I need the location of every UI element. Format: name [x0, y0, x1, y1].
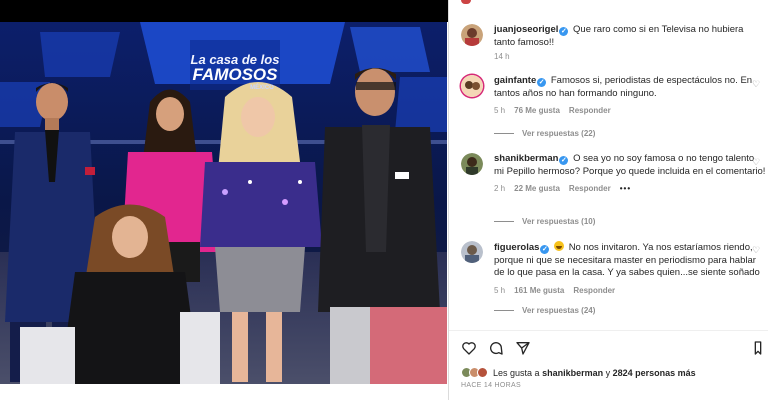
- view-replies-button[interactable]: Ver respuestas (24): [494, 306, 595, 315]
- view-replies-label: Ver respuestas (10): [522, 217, 596, 226]
- avatar[interactable]: [461, 24, 483, 46]
- comment-icon[interactable]: [488, 340, 504, 356]
- comment-time[interactable]: 2 h: [494, 184, 505, 193]
- comment-like-heart-icon[interactable]: ♡: [752, 79, 762, 89]
- comment-username[interactable]: juanjoseorigel: [494, 24, 558, 35]
- comment-username[interactable]: figuerolas: [494, 242, 539, 253]
- verified-icon: ✓: [559, 27, 569, 36]
- likes-middle: y: [605, 367, 611, 378]
- logo-line3: MÉXICO: [250, 83, 274, 91]
- comment-time[interactable]: 14 h: [494, 52, 510, 61]
- avatar-partial: [461, 0, 471, 4]
- comment-likes[interactable]: 22 Me gusta: [514, 184, 560, 193]
- grinning-face-emoji-icon: [554, 241, 565, 251]
- view-replies-button[interactable]: Ver respuestas (10): [494, 217, 595, 226]
- avatar[interactable]: [461, 241, 483, 263]
- liker-avatar: [477, 367, 488, 378]
- divider: [449, 330, 768, 331]
- comment-item: gainfante ✓ Famosos si, periodistas de es…: [461, 75, 766, 115]
- replies-line: [494, 310, 514, 311]
- bottom-strip: [0, 384, 447, 400]
- comment-like-heart-icon[interactable]: ♡: [752, 157, 762, 167]
- view-replies-label: Ver respuestas (22): [522, 129, 596, 138]
- verified-icon: ✓: [540, 245, 550, 254]
- verified-icon: ✓: [537, 78, 547, 87]
- comment-time[interactable]: 5 h: [494, 286, 505, 295]
- comment-item: shanikberman ✓ O sea yo no soy famosa o n…: [461, 153, 766, 193]
- reply-button[interactable]: Responder: [569, 106, 611, 115]
- avatar[interactable]: [461, 75, 483, 97]
- reply-button[interactable]: Responder: [573, 286, 615, 295]
- replies-line: [494, 221, 514, 222]
- comments-panel: juanjoseorigel ✓ Que raro como si en Tele…: [448, 0, 768, 400]
- comment-item: figuerolas ✓ No nos invitaron. Ya nos est…: [461, 241, 766, 295]
- comment-username[interactable]: gainfante: [494, 75, 536, 86]
- likes-prefix: Les gusta a: [493, 367, 540, 378]
- likes-text: Les gusta a shanikberman y 2824 personas…: [493, 368, 696, 378]
- logo-line2: FAMOSOS: [192, 65, 278, 84]
- comment-item: juanjoseorigel ✓ Que raro como si en Tele…: [461, 24, 766, 61]
- more-options-icon[interactable]: •••: [620, 184, 631, 193]
- view-replies-label: Ver respuestas (24): [522, 306, 596, 315]
- comment-likes[interactable]: 161 Me gusta: [514, 286, 564, 295]
- post-timestamp: HACE 14 HORAS: [461, 382, 521, 389]
- comment-username[interactable]: shanikberman: [494, 153, 558, 164]
- comment-time[interactable]: 5 h: [494, 106, 505, 115]
- avatar[interactable]: [461, 153, 483, 175]
- share-icon[interactable]: [515, 340, 531, 356]
- likes-user[interactable]: shanikberman: [542, 368, 603, 378]
- post-image[interactable]: La casa de los FAMOSOS MÉXICO: [0, 22, 447, 384]
- reply-button[interactable]: Responder: [569, 184, 611, 193]
- post-photo-illustration: La casa de los FAMOSOS MÉXICO: [0, 22, 447, 384]
- replies-line: [494, 133, 514, 134]
- verified-icon: ✓: [559, 156, 569, 165]
- comment-likes[interactable]: 76 Me gusta: [514, 106, 560, 115]
- action-bar: [461, 340, 763, 356]
- comment-like-heart-icon[interactable]: ♡: [752, 245, 762, 255]
- bookmark-icon[interactable]: [753, 340, 763, 356]
- likes-summary[interactable]: Les gusta a shanikberman y 2824 personas…: [461, 367, 696, 378]
- view-replies-button[interactable]: Ver respuestas (22): [494, 129, 595, 138]
- likes-count[interactable]: 2824 personas más: [613, 368, 696, 378]
- heart-icon[interactable]: [461, 340, 477, 356]
